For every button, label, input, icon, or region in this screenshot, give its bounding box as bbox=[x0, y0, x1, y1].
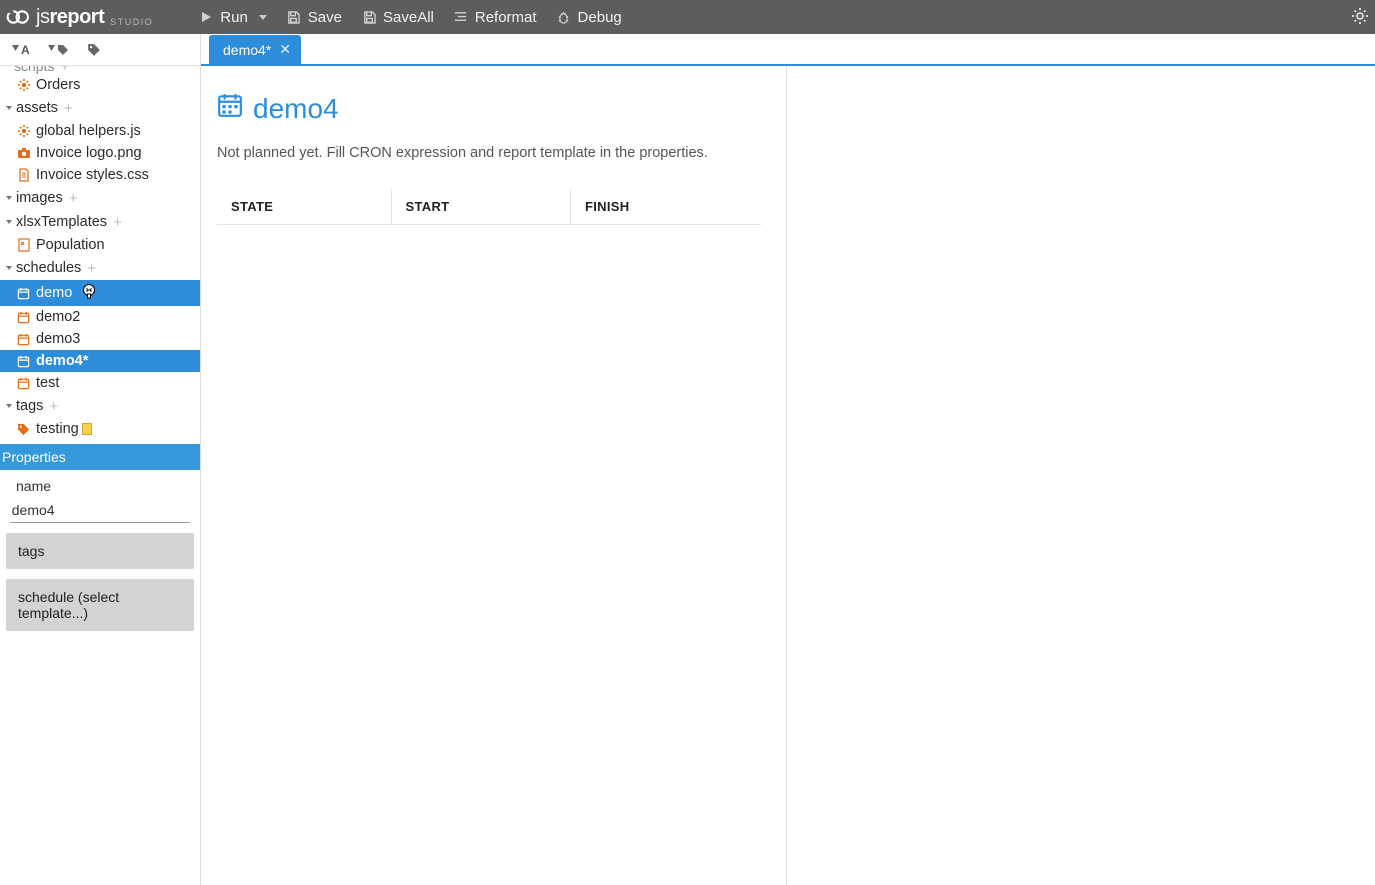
gear-icon bbox=[16, 78, 31, 93]
reformat-button[interactable]: Reformat bbox=[444, 3, 547, 32]
prop-name-field: name bbox=[6, 478, 194, 523]
debug-button[interactable]: Debug bbox=[547, 3, 632, 32]
add-image-button[interactable]: + bbox=[69, 191, 78, 206]
folder-tags[interactable]: tags+ bbox=[0, 394, 200, 418]
page-subtitle: Not planned yet. Fill CRON expression an… bbox=[217, 145, 772, 161]
folder-xlsx[interactable]: xlsxTemplates+ bbox=[0, 210, 200, 234]
col-finish: FINISH bbox=[571, 189, 761, 225]
add-schedule-button[interactable]: + bbox=[87, 261, 96, 276]
calendar-icon bbox=[16, 310, 31, 325]
disclosure-down-icon bbox=[4, 217, 14, 227]
prop-tags-section[interactable]: tags bbox=[6, 533, 194, 569]
brand-text: jsreport bbox=[36, 6, 104, 29]
tree-item-helpers[interactable]: global helpers.js bbox=[0, 120, 200, 142]
tree-item-orders[interactable]: Orders bbox=[0, 74, 200, 96]
gear-icon bbox=[16, 124, 31, 139]
tree-item-demo2[interactable]: demo2 bbox=[0, 306, 200, 328]
close-tab-button[interactable]: ✕ bbox=[279, 41, 291, 58]
tag-color-chip bbox=[82, 423, 92, 435]
calendar-icon bbox=[16, 332, 31, 347]
entity-tree[interactable]: scripts+ Orders assets+ global helpers.j… bbox=[0, 66, 200, 444]
bug-icon bbox=[557, 10, 571, 24]
brand-logo[interactable]: jsreport STUDIO bbox=[6, 6, 173, 29]
content-area: demo4* ✕ demo4 Not planned yet. Fill CRO… bbox=[201, 34, 1375, 885]
calendar-icon bbox=[16, 286, 31, 301]
tag-view-button[interactable] bbox=[79, 39, 109, 61]
tree-item-test[interactable]: test bbox=[0, 372, 200, 394]
save-button[interactable]: Save bbox=[277, 3, 352, 32]
add-tag-button[interactable]: + bbox=[49, 399, 58, 414]
logo-icon bbox=[6, 7, 32, 27]
tree-item-styles[interactable]: Invoice styles.css bbox=[0, 164, 200, 186]
page-title: demo4 bbox=[217, 92, 772, 125]
add-xlsx-button[interactable]: + bbox=[113, 215, 122, 230]
reformat-icon bbox=[454, 10, 468, 24]
run-dropdown-caret[interactable] bbox=[259, 15, 267, 20]
run-button[interactable]: Run bbox=[189, 3, 277, 32]
play-icon bbox=[199, 10, 213, 24]
sidebar: A scripts+ Orders assets+ bbox=[0, 34, 201, 885]
add-asset-button[interactable]: + bbox=[64, 101, 73, 116]
tab-strip: demo4* ✕ bbox=[201, 34, 1375, 66]
xlsx-icon bbox=[16, 238, 31, 253]
prop-name-input[interactable] bbox=[10, 498, 190, 523]
tab-demo4[interactable]: demo4* ✕ bbox=[209, 35, 301, 64]
tree-item-testing[interactable]: testing bbox=[0, 418, 200, 444]
properties-panel: name tags schedule (select template...) bbox=[0, 470, 200, 637]
save-icon bbox=[287, 10, 301, 24]
folder-assets[interactable]: assets+ bbox=[0, 96, 200, 120]
schedule-detail-pane: demo4 Not planned yet. Fill CRON express… bbox=[201, 66, 787, 885]
tree-item-logo[interactable]: Invoice logo.png bbox=[0, 142, 200, 164]
folder-images[interactable]: images+ bbox=[0, 186, 200, 210]
runs-table: STATE START FINISH bbox=[217, 189, 761, 225]
disclosure-down-icon bbox=[4, 103, 14, 113]
settings-button[interactable] bbox=[1351, 12, 1369, 28]
folder-schedules[interactable]: schedules+ bbox=[0, 256, 200, 280]
calendar-icon bbox=[16, 354, 31, 369]
calendar-icon bbox=[16, 376, 31, 391]
calendar-icon bbox=[217, 92, 243, 125]
filter-alpha-button[interactable]: A bbox=[4, 39, 38, 61]
tree-item-population[interactable]: Population bbox=[0, 234, 200, 256]
cursor-icon bbox=[82, 283, 96, 303]
col-start: START bbox=[391, 189, 570, 225]
camera-icon bbox=[16, 146, 31, 161]
tree-item-demo[interactable]: demo bbox=[0, 280, 200, 306]
top-toolbar: jsreport STUDIO Run Save SaveAll Reforma… bbox=[0, 0, 1375, 34]
preview-pane bbox=[787, 66, 1375, 885]
brand-studio: STUDIO bbox=[110, 17, 153, 29]
tree-item-demo3[interactable]: demo3 bbox=[0, 328, 200, 350]
file-icon bbox=[16, 168, 31, 183]
disclosure-down-icon bbox=[4, 193, 14, 203]
save-all-icon bbox=[362, 10, 376, 24]
tag-icon bbox=[16, 422, 31, 437]
disclosure-down-icon bbox=[4, 401, 14, 411]
col-state: STATE bbox=[217, 189, 391, 225]
filter-tag-button[interactable] bbox=[40, 40, 77, 60]
prop-name-label: name bbox=[6, 478, 51, 494]
tree-item-demo4[interactable]: demo4* bbox=[0, 350, 200, 372]
sidebar-toolbar: A bbox=[0, 34, 200, 66]
prop-schedule-section[interactable]: schedule (select template...) bbox=[6, 579, 194, 631]
disclosure-down-icon bbox=[4, 263, 14, 273]
folder-scripts-clipped[interactable]: scripts+ bbox=[0, 66, 200, 74]
properties-header: Properties bbox=[0, 444, 200, 470]
save-all-button[interactable]: SaveAll bbox=[352, 3, 444, 32]
